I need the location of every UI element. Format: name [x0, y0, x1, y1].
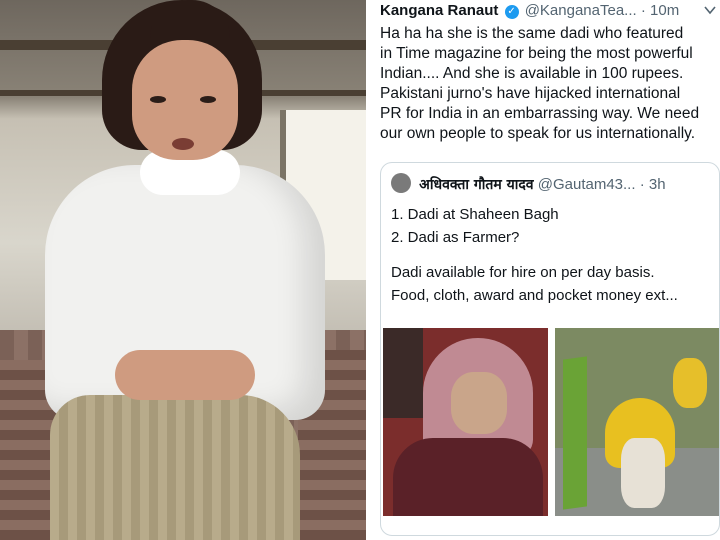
tweet-text-line: our own people to speak for us internati…	[380, 125, 696, 142]
tweet-text-line: Pakistani jurno's have hijacked internat…	[380, 85, 681, 102]
tweet-text: Ha ha ha she is the same dadi who featur…	[380, 24, 720, 144]
tweet-text-line: PR for India in an embarrassing way. We …	[380, 105, 700, 122]
chevron-down-icon[interactable]	[704, 2, 716, 18]
quoted-tweet-text: 1. Dadi at Shaheen Bagh 2. Dadi as Farme…	[391, 203, 719, 307]
green-flag	[563, 356, 587, 510]
tweet-header: Kangana Ranaut ✓ @KanganaTea... · 10m	[380, 2, 679, 19]
checked-trousers	[50, 395, 300, 540]
tweet-card: Kangana Ranaut ✓ @KanganaTea... · 10m Ha…	[372, 0, 720, 540]
background-person	[383, 328, 423, 418]
face	[451, 372, 507, 434]
tweet-text-line: Indian.... And she is available in 100 r…	[380, 65, 684, 82]
shawl	[393, 438, 543, 516]
quoted-text-line: 1. Dadi at Shaheen Bagh	[391, 206, 559, 223]
quoted-text-line: Dadi available for hire on per day basis…	[391, 264, 655, 281]
eye	[150, 96, 166, 103]
mouth	[172, 138, 194, 150]
yellow-headscarf	[673, 358, 707, 408]
speaker-photo	[0, 0, 366, 540]
author-name[interactable]: Kangana Ranaut	[380, 2, 498, 19]
tweet-text-line: Ha ha ha she is the same dadi who featur…	[380, 25, 684, 42]
quoted-author-handle[interactable]: @Gautam43...	[538, 176, 636, 193]
quoted-timestamp[interactable]: · 3h	[640, 176, 666, 193]
quoted-tweet[interactable]: अधिवक्ता गौतम यादव @Gautam43... · 3h 1. …	[380, 162, 720, 536]
hands	[115, 350, 255, 400]
avatar[interactable]	[391, 173, 411, 193]
tweet-timestamp[interactable]: · 10m	[641, 2, 679, 19]
quoted-text-line: Food, cloth, award and pocket money ext.…	[391, 287, 678, 304]
verified-badge-icon: ✓	[504, 5, 519, 19]
eye	[200, 96, 216, 103]
quoted-image-elderly-woman[interactable]	[383, 328, 548, 516]
quoted-text-line: 2. Dadi as Farmer?	[391, 229, 520, 246]
quoted-image-farmer-protest[interactable]	[555, 328, 719, 516]
walking-woman	[621, 438, 665, 508]
author-handle[interactable]: @KanganaTea...	[525, 2, 637, 19]
tweet-text-line: in Time magazine for being the most powe…	[380, 45, 693, 62]
quoted-tweet-header: अधिवक्ता गौतम यादव @Gautam43... · 3h	[391, 173, 666, 194]
quoted-author-name[interactable]: अधिवक्ता गौतम यादव	[419, 177, 533, 193]
